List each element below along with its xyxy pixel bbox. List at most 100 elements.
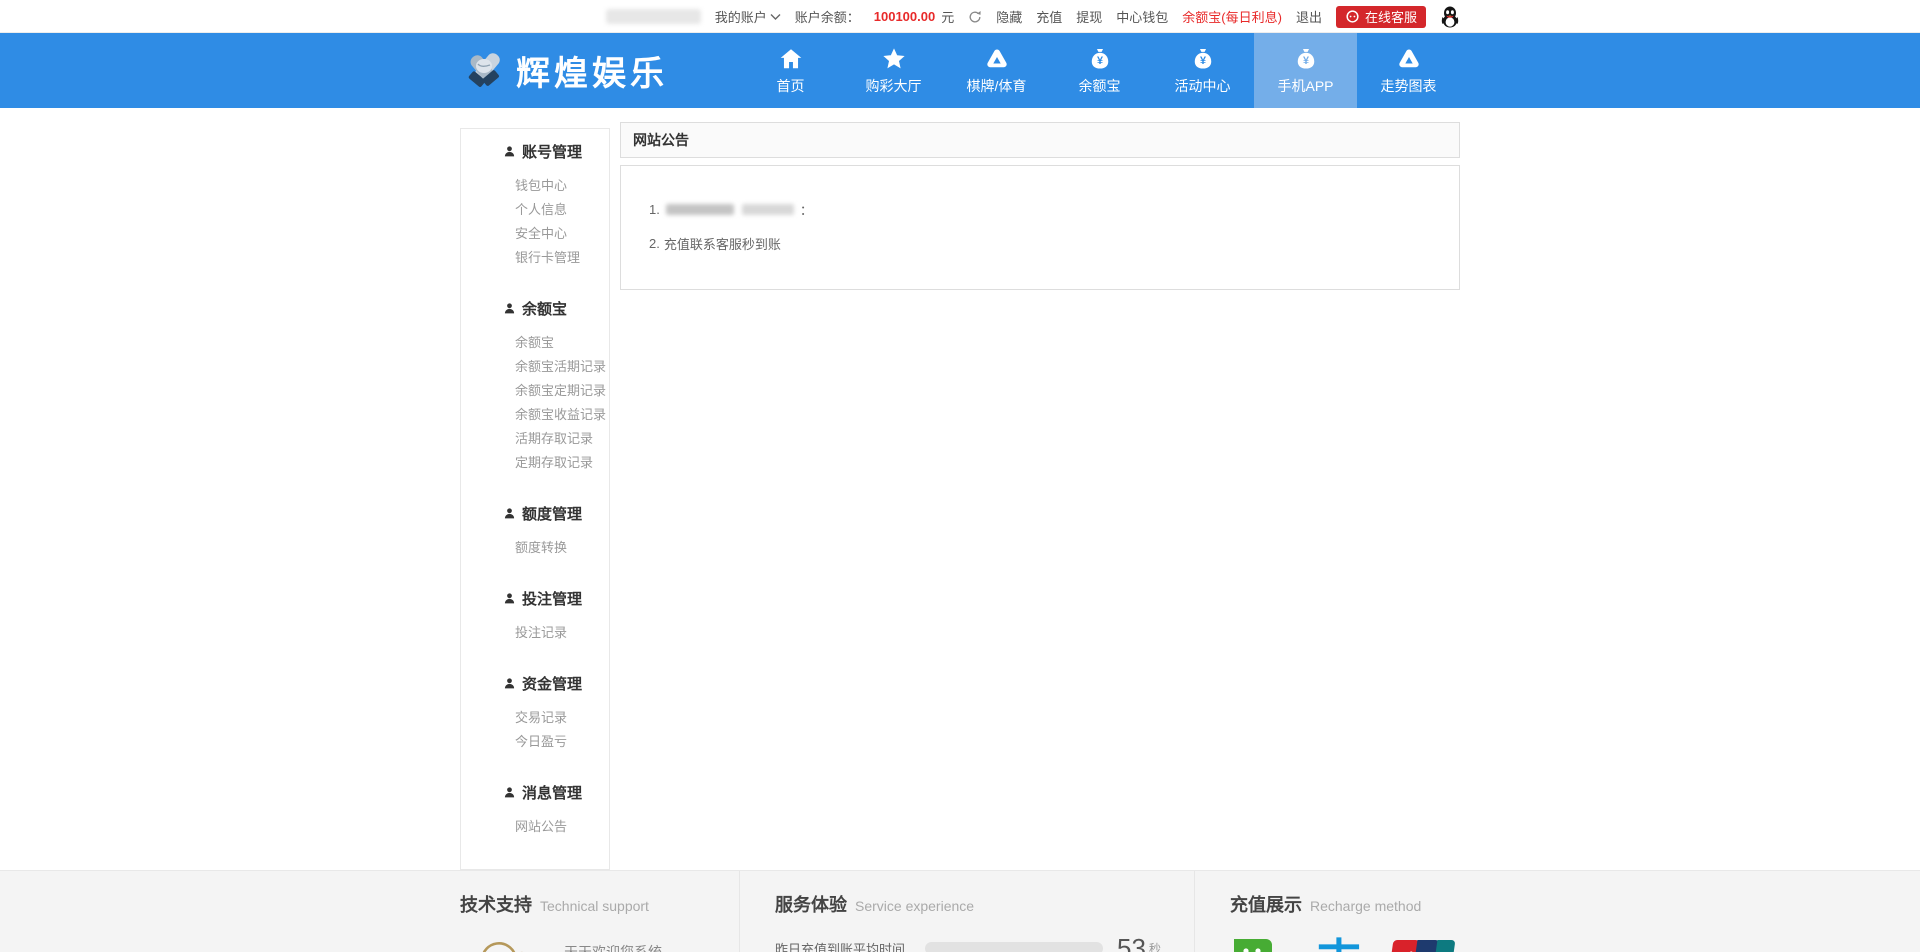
logout-link[interactable]: 退出 — [1296, 7, 1322, 26]
sidebar-title-messages[interactable]: 消息管理 — [461, 782, 609, 803]
main-navbar: 辉煌娱乐 首页 购彩大厅 棋牌/体育 ¥ 余额宝 ¥ 活动中心 — [0, 33, 1920, 108]
sidebar: 账号管理 钱包中心 个人信息 安全中心 银行卡管理 余额宝 余额宝 余额宝活期记… — [460, 128, 610, 870]
nav-item-activity-center[interactable]: ¥ 活动中心 — [1151, 33, 1254, 108]
wechat-pay-icon — [1230, 933, 1294, 952]
star-icon — [881, 46, 907, 72]
top-account-bar: 我的账户 账户余额： 100100.00 元 隐藏 充值 提现 中心钱包 余额宝… — [0, 0, 1920, 33]
sidebar-section-betting: 投注管理 投注记录 — [461, 588, 609, 645]
service-subtitle: Service experience — [855, 898, 974, 914]
sidebar-title-account[interactable]: 账号管理 — [461, 141, 609, 162]
recharge-title: 充值展示 — [1230, 891, 1302, 917]
person-icon — [503, 145, 516, 158]
sidebar-item-current-deposit-records[interactable]: 活期存取记录 — [461, 427, 609, 451]
sidebar-item-yuebao-profit-records[interactable]: 余额宝收益记录 — [461, 403, 609, 427]
panel-title: 网站公告 — [620, 122, 1460, 158]
balance-unit: 元 — [941, 7, 954, 26]
content-area: 账号管理 钱包中心 个人信息 安全中心 银行卡管理 余额宝 余额宝 余额宝活期记… — [0, 108, 1920, 870]
person-icon — [503, 507, 516, 520]
trend-icon — [1396, 46, 1422, 72]
money-bag-icon: ¥ — [1087, 46, 1113, 72]
support-title: 技术支持 — [460, 891, 532, 917]
username-redacted — [606, 9, 701, 24]
handshake-icon — [460, 48, 508, 94]
recharge-link[interactable]: 充值 — [1036, 7, 1062, 26]
service-title: 服务体验 — [775, 891, 847, 917]
nav-item-home[interactable]: 首页 — [739, 33, 842, 108]
main-panel: 网站公告 1. ： 2. 充值联系客服秒到账 — [620, 122, 1460, 290]
sidebar-item-today-profit-loss[interactable]: 今日盈亏 — [461, 730, 609, 754]
balance-value: 100100.00 — [874, 9, 935, 24]
center-wallet-link[interactable]: 中心钱包 — [1116, 7, 1168, 26]
sidebar-section-yuebao: 余额宝 余额宝 余额宝活期记录 余额宝定期记录 余额宝收益记录 活期存取记录 定… — [461, 298, 609, 475]
person-icon — [503, 302, 516, 315]
redacted-text — [666, 204, 734, 215]
nav-item-yuebao[interactable]: ¥ 余额宝 — [1048, 33, 1151, 108]
sidebar-item-yuebao-fixed-records[interactable]: 余额宝定期记录 — [461, 379, 609, 403]
sidebar-section-quota: 额度管理 额度转换 — [461, 503, 609, 560]
announcement-item-2: 2. 充值联系客服秒到账 — [649, 234, 1431, 253]
sidebar-title-quota[interactable]: 额度管理 — [461, 503, 609, 524]
sidebar-section-funds: 资金管理 交易记录 今日盈亏 — [461, 673, 609, 754]
sidebar-section-messages: 消息管理 网站公告 — [461, 782, 609, 839]
svg-text:¥: ¥ — [1302, 54, 1308, 66]
page-footer: 技术支持 Technical support Fa 天天欢迎您系统 专业彩票系统… — [0, 870, 1920, 952]
balance-label: 账户余额： — [795, 7, 860, 26]
nav-menu: 首页 购彩大厅 棋牌/体育 ¥ 余额宝 ¥ 活动中心 ¥ 手机APP — [739, 33, 1460, 108]
money-bag-icon: ¥ — [1190, 46, 1216, 72]
hide-balance-link[interactable]: 隐藏 — [996, 7, 1022, 26]
sidebar-item-yuebao[interactable]: 余额宝 — [461, 331, 609, 355]
brand-name: 辉煌娱乐 — [516, 46, 668, 95]
sidebar-title-yuebao[interactable]: 余额宝 — [461, 298, 609, 319]
board-games-icon — [984, 46, 1010, 72]
sidebar-title-betting[interactable]: 投注管理 — [461, 588, 609, 609]
progress-track — [925, 942, 1103, 952]
person-icon — [503, 592, 516, 605]
brand-logo[interactable]: 辉煌娱乐 — [460, 46, 668, 95]
sidebar-item-yuebao-current-records[interactable]: 余额宝活期记录 — [461, 355, 609, 379]
announcement-body: 1. ： 2. 充值联系客服秒到账 — [620, 165, 1460, 290]
recharge-time-value: 53 — [1117, 933, 1146, 952]
sidebar-item-wallet-center[interactable]: 钱包中心 — [461, 174, 609, 198]
sidebar-item-quota-convert[interactable]: 额度转换 — [461, 536, 609, 560]
support-line-1: 天天欢迎您系统 — [564, 939, 676, 952]
alipay-icon: 支 — [1316, 935, 1362, 952]
home-icon — [778, 46, 804, 72]
person-icon — [503, 677, 516, 690]
footer-recharge-column: 充值展示 Recharge method 支 — [1195, 871, 1460, 952]
svg-text:¥: ¥ — [1096, 54, 1102, 66]
my-account-dropdown[interactable]: 我的账户 — [715, 7, 781, 26]
unionpay-icon: UnionPay 银联 — [1384, 936, 1458, 952]
yuebao-interest-link[interactable]: 余额宝(每日利息) — [1182, 7, 1282, 26]
support-subtitle: Technical support — [540, 898, 649, 914]
sidebar-item-bet-records[interactable]: 投注记录 — [461, 621, 609, 645]
sidebar-item-site-announcement[interactable]: 网站公告 — [461, 815, 609, 839]
refresh-icon[interactable] — [968, 10, 982, 24]
sidebar-item-transaction-records[interactable]: 交易记录 — [461, 706, 609, 730]
service-row-recharge-time: 昨日充值到账平均时间 53 秒 — [775, 933, 1194, 952]
sidebar-title-funds[interactable]: 资金管理 — [461, 673, 609, 694]
sidebar-item-bank-card[interactable]: 银行卡管理 — [461, 246, 609, 270]
announcement-item-1: 1. ： — [649, 200, 1431, 219]
qq-penguin-icon[interactable] — [1440, 6, 1460, 28]
recharge-subtitle: Recharge method — [1310, 898, 1421, 914]
nav-item-lottery-hall[interactable]: 购彩大厅 — [842, 33, 945, 108]
headset-face-icon — [1345, 9, 1360, 24]
withdraw-link[interactable]: 提现 — [1076, 7, 1102, 26]
sidebar-item-security-center[interactable]: 安全中心 — [461, 222, 609, 246]
sidebar-item-personal-info[interactable]: 个人信息 — [461, 198, 609, 222]
person-icon — [503, 786, 516, 799]
nav-item-board-sports[interactable]: 棋牌/体育 — [945, 33, 1048, 108]
redacted-text — [742, 204, 794, 215]
cloud-logo-icon: Fa — [460, 933, 552, 952]
recharge-time-unit: 秒 — [1149, 940, 1161, 952]
footer-service-column: 服务体验 Service experience 昨日充值到账平均时间 53 秒 … — [740, 871, 1195, 952]
chevron-down-icon — [770, 13, 781, 21]
sidebar-section-account: 账号管理 钱包中心 个人信息 安全中心 银行卡管理 — [461, 141, 609, 270]
footer-support-column: 技术支持 Technical support Fa 天天欢迎您系统 专业彩票系统… — [460, 871, 740, 952]
nav-item-trend-charts[interactable]: 走势图表 — [1357, 33, 1460, 108]
online-service-button[interactable]: 在线客服 — [1336, 6, 1426, 28]
nav-item-mobile-app[interactable]: ¥ 手机APP — [1254, 33, 1357, 108]
money-bag-icon: ¥ — [1293, 46, 1319, 72]
sidebar-item-fixed-deposit-records[interactable]: 定期存取记录 — [461, 451, 609, 475]
svg-text:¥: ¥ — [1199, 54, 1205, 66]
